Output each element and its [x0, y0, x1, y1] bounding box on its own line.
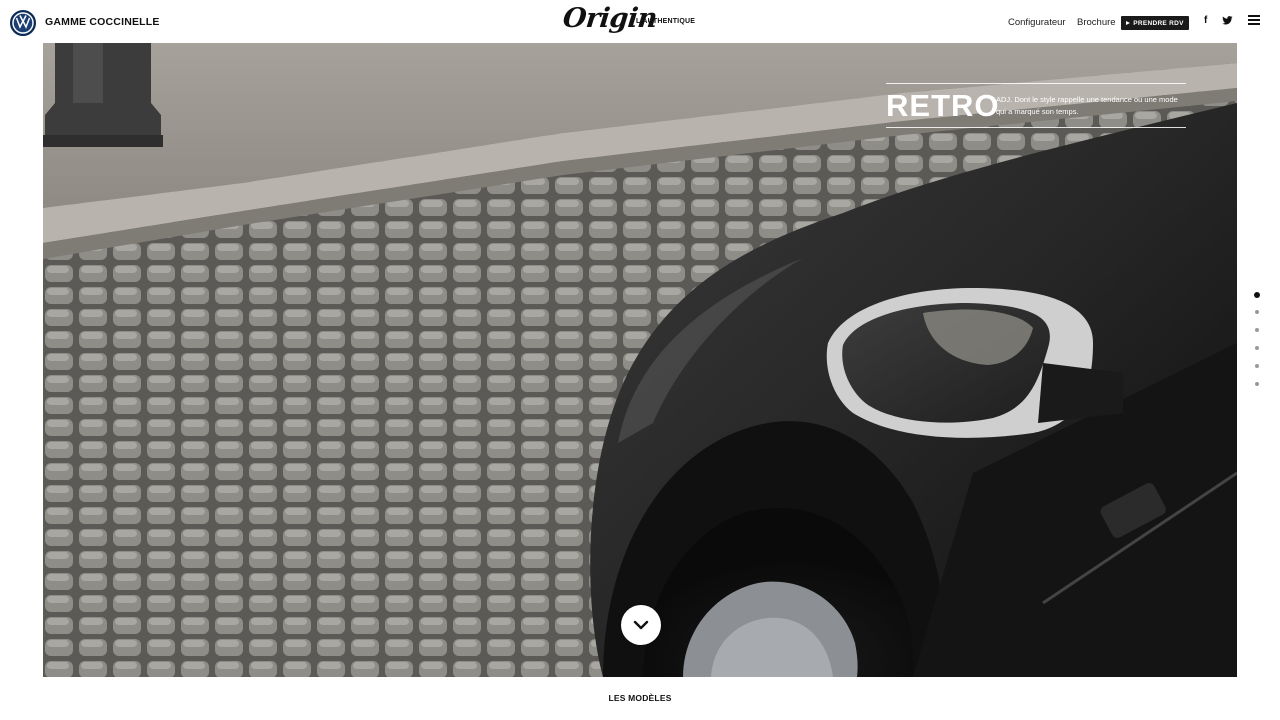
- brochure-link[interactable]: Brochure: [1077, 17, 1116, 28]
- section-pagination: [1253, 292, 1261, 400]
- retro-definition: ADJ. Dont le style rappelle une tendance…: [996, 95, 1178, 116]
- chevron-down-icon: [633, 620, 649, 630]
- prendre-rdv-label: PRENDRE RDV: [1133, 19, 1184, 27]
- hero-image: RETRO ADJ. Dont le style rappelle une te…: [43, 43, 1237, 677]
- pagination-dot[interactable]: [1255, 328, 1259, 332]
- definition-box: RETRO ADJ. Dont le style rappelle une te…: [886, 83, 1186, 128]
- hero-photo: [43, 43, 1237, 677]
- facebook-icon[interactable]: f: [1204, 15, 1207, 26]
- pagination-dot[interactable]: [1254, 292, 1260, 298]
- pagination-dot[interactable]: [1255, 346, 1259, 350]
- vw-logo-icon[interactable]: [10, 10, 36, 36]
- pagination-dot[interactable]: [1255, 310, 1259, 314]
- configurateur-link[interactable]: Configurateur: [1008, 17, 1066, 28]
- scroll-down-button[interactable]: [621, 605, 661, 645]
- les-modeles-link[interactable]: LES MODÈLES: [0, 693, 1280, 703]
- play-icon: [1126, 21, 1131, 25]
- brand-tagline: L'AUTHENTIQUE: [636, 18, 696, 25]
- pagination-dot[interactable]: [1255, 382, 1259, 386]
- pagination-dot[interactable]: [1255, 364, 1259, 368]
- retro-heading: RETRO: [886, 88, 1000, 123]
- prendre-rdv-button[interactable]: PRENDRE RDV: [1121, 16, 1189, 30]
- twitter-icon[interactable]: [1222, 15, 1233, 29]
- site-header: GAMME COCCINELLE Origin L'AUTHENTIQUE Co…: [0, 0, 1280, 43]
- range-title[interactable]: GAMME COCCINELLE: [45, 16, 160, 28]
- hamburger-menu-icon[interactable]: [1248, 15, 1260, 25]
